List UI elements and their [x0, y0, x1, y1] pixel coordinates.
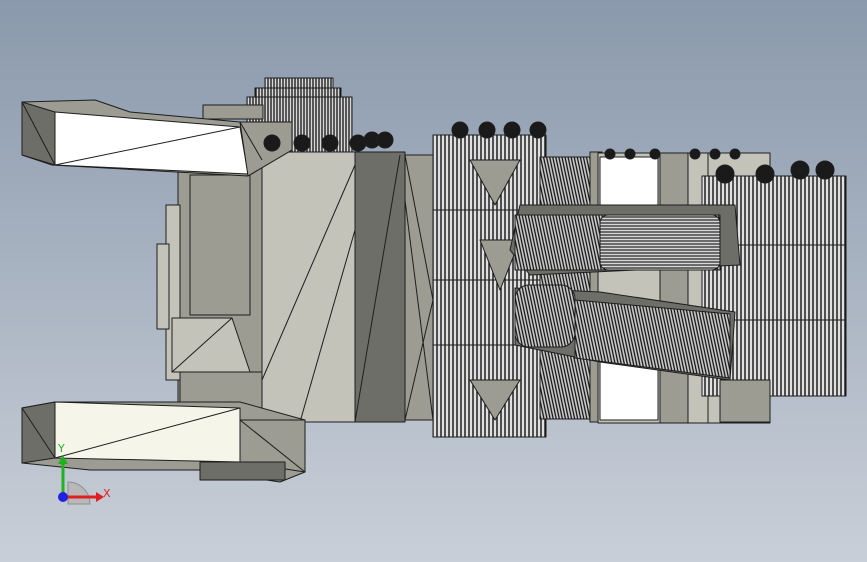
rear-plate[interactable] [156, 174, 263, 411]
upper-cylinder[interactable] [509, 204, 741, 276]
triad-x-label: X [103, 487, 111, 500]
cad-model-view[interactable] [0, 0, 867, 562]
cad-viewport[interactable]: X Y [0, 0, 867, 562]
triad-y-label: Y [58, 442, 65, 455]
triad-z-axis [58, 492, 68, 502]
